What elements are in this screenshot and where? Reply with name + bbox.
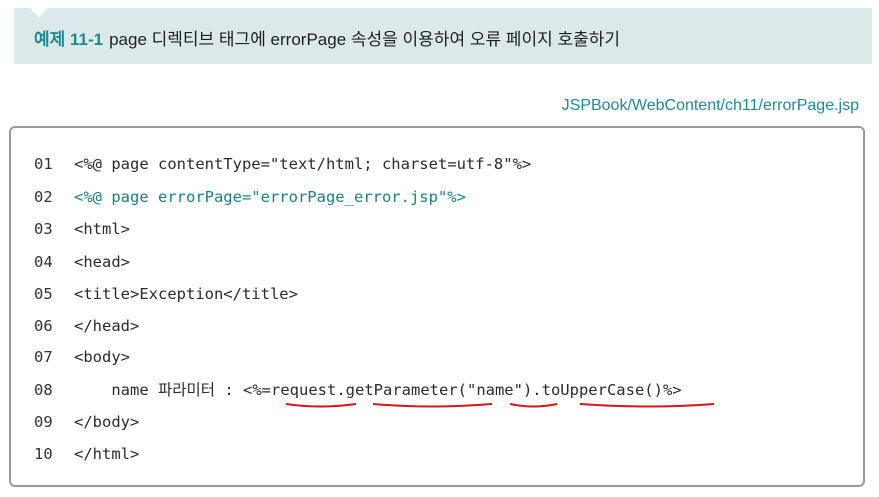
example-title-text: page 디렉티브 태그에 errorPage 속성을 이용하여 오류 페이지 … [109, 30, 621, 49]
line-number: 02 [34, 188, 53, 206]
code-line: 10 </html> [34, 442, 139, 466]
code-line: 04 <head> [34, 250, 130, 274]
code-line: 05 <title>Exception</title> [34, 282, 298, 306]
file-path: JSPBook/WebContent/ch11/errorPage.jsp [561, 97, 859, 114]
code-line: 08 name 파라미터 : <%=request.getParameter("… [34, 378, 682, 402]
code-line: 09 </body> [34, 410, 139, 434]
code-text: name 파라미터 : <%=request.getParameter("nam… [74, 381, 682, 399]
code-line: 07 <body> [34, 345, 130, 369]
code-text: <head> [74, 253, 130, 271]
code-text: </body> [74, 413, 140, 431]
line-number: 04 [34, 253, 53, 271]
line-number: 07 [34, 348, 53, 366]
code-text: <title>Exception</title> [74, 285, 298, 303]
code-line: 03 <html> [34, 217, 130, 241]
code-text: </head> [74, 317, 140, 335]
code-text: <%@ page errorPage="errorPage_error.jsp"… [74, 188, 466, 206]
code-text: <body> [74, 348, 130, 366]
code-line: 01 <%@ page contentType="text/html; chars… [34, 152, 531, 176]
code-text: <html> [74, 220, 130, 238]
code-line: 06 </head> [34, 314, 139, 338]
code-line: 02 <%@ page errorPage="errorPage_error.js… [34, 185, 466, 209]
line-number: 06 [34, 317, 53, 335]
code-text: </html> [74, 445, 140, 463]
line-number: 03 [34, 220, 53, 238]
line-number: 01 [34, 155, 53, 173]
line-number: 09 [34, 413, 53, 431]
header-corner-notch [30, 8, 48, 17]
line-number: 05 [34, 285, 53, 303]
line-number: 10 [34, 445, 53, 463]
code-text: <%@ page contentType="text/html; charset… [74, 155, 532, 173]
example-number: 예제 11-1 [34, 30, 104, 49]
line-number: 08 [34, 381, 53, 399]
example-title: 예제 11-1 page 디렉티브 태그에 errorPage 속성을 이용하여 … [34, 25, 620, 50]
